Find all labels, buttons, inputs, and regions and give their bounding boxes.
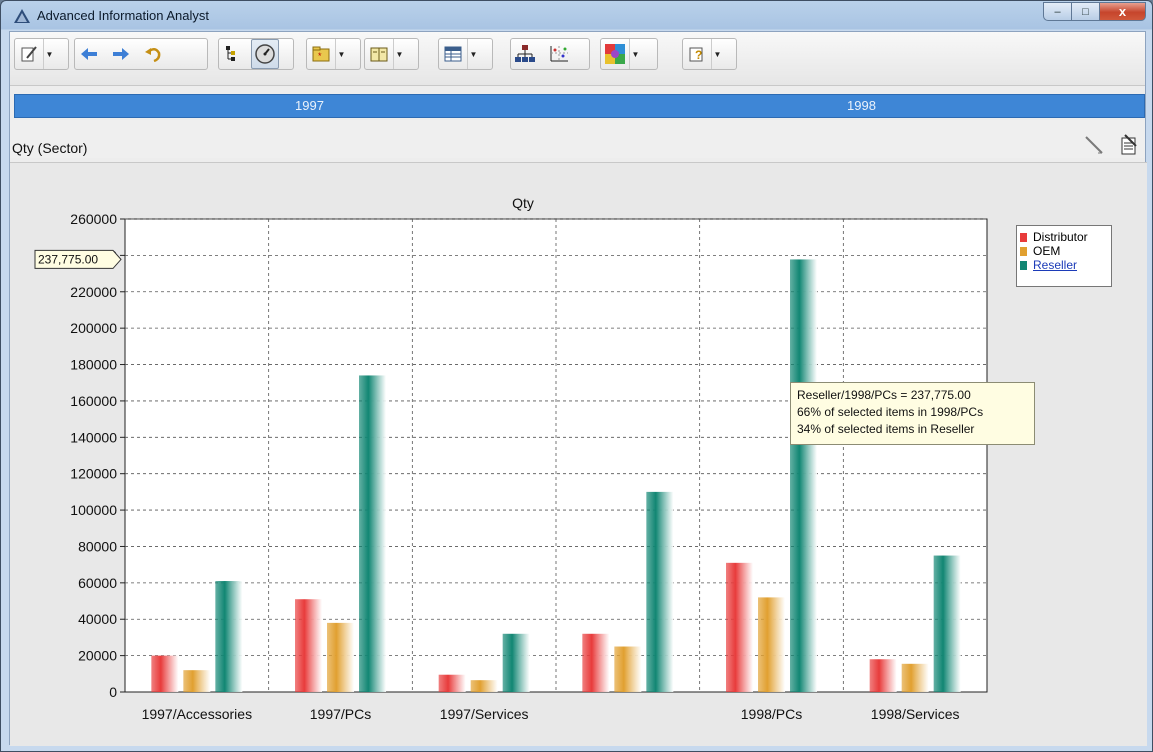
year-1998[interactable]: 1998 xyxy=(847,98,876,113)
edit-dropdown[interactable]: ▼ xyxy=(43,39,55,69)
legend-item-oem[interactable]: OEM xyxy=(1020,244,1108,258)
help-icon[interactable]: ? xyxy=(683,39,711,69)
notepad-icon[interactable] xyxy=(1119,134,1139,156)
year-header-bar[interactable]: 1997 1998 xyxy=(14,94,1145,118)
folder-icon[interactable]: * xyxy=(307,39,335,69)
edit-icon[interactable] xyxy=(15,39,43,69)
minimize-button[interactable]: – xyxy=(1043,2,1071,21)
book-icon[interactable] xyxy=(365,39,393,69)
bar-tooltip: Reseller/1998/PCs = 237,775.00 66% of se… xyxy=(790,382,1035,445)
legend-label-reseller[interactable]: Reseller xyxy=(1033,258,1077,272)
chart-legend: Distributor OEM Reseller xyxy=(1016,225,1112,287)
table-tool[interactable]: ▼ xyxy=(438,38,493,70)
back-arrow-icon[interactable] xyxy=(75,39,103,69)
minimize-icon: – xyxy=(1054,5,1061,18)
legend-label-oem: OEM xyxy=(1033,244,1061,258)
help-tool[interactable]: ? ▼ xyxy=(682,38,737,70)
tooltip-line-3: 34% of selected items in Reseller xyxy=(797,422,975,436)
hierarchy-icon[interactable] xyxy=(511,39,539,69)
year-1997[interactable]: 1997 xyxy=(295,98,324,113)
pencil-icon[interactable] xyxy=(1083,134,1105,156)
maximize-icon: □ xyxy=(1082,5,1089,18)
svg-text:*: * xyxy=(318,51,322,61)
tooltip-line-2: 66% of selected items in 1998/PCs xyxy=(797,405,984,419)
reseller-swatch xyxy=(1020,260,1027,270)
close-button[interactable]: x xyxy=(1099,2,1146,21)
help-dropdown[interactable]: ▼ xyxy=(711,39,723,69)
navigation-group xyxy=(74,38,208,70)
table-icon[interactable] xyxy=(439,39,467,69)
outline-icon[interactable] xyxy=(219,39,247,69)
distributor-swatch xyxy=(1020,232,1027,242)
app-window: Advanced Information Analyst – □ x ▼ * ▼… xyxy=(0,0,1153,752)
folder-dropdown[interactable]: ▼ xyxy=(335,39,347,69)
sector-label: Qty (Sector) xyxy=(12,140,88,156)
folder-tool[interactable]: * ▼ xyxy=(306,38,361,70)
color-palette-icon[interactable] xyxy=(601,39,629,69)
scatter-icon[interactable] xyxy=(545,39,573,69)
table-dropdown[interactable]: ▼ xyxy=(467,39,479,69)
book-dropdown[interactable]: ▼ xyxy=(393,39,405,69)
app-logo-icon xyxy=(14,9,30,23)
svg-text:?: ? xyxy=(695,48,702,62)
title-bar[interactable]: Advanced Information Analyst – □ x xyxy=(1,1,1152,31)
forward-arrow-icon[interactable] xyxy=(107,39,135,69)
oem-swatch xyxy=(1020,246,1027,256)
view-group xyxy=(218,38,294,70)
chart-dial-icon[interactable] xyxy=(251,39,279,69)
toolbar: ▼ * ▼ ▼ ▼ ▼ ? ▼ xyxy=(10,32,1145,86)
close-icon: x xyxy=(1118,4,1127,19)
legend-item-distributor[interactable]: Distributor xyxy=(1020,230,1108,244)
palette-dropdown[interactable]: ▼ xyxy=(629,39,641,69)
sector-bar: Qty (Sector) xyxy=(10,120,1145,158)
tooltip-line-1: Reseller/1998/PCs = 237,775.00 xyxy=(797,388,971,402)
chart-panel xyxy=(10,162,1147,746)
palette-tool[interactable]: ▼ xyxy=(600,38,658,70)
book-tool[interactable]: ▼ xyxy=(364,38,419,70)
legend-item-reseller[interactable]: Reseller xyxy=(1020,258,1108,272)
undo-icon[interactable] xyxy=(139,39,167,69)
edit-tool[interactable]: ▼ xyxy=(14,38,69,70)
legend-label-distributor: Distributor xyxy=(1033,230,1088,244)
window-title: Advanced Information Analyst xyxy=(37,8,209,23)
chart-structure-group xyxy=(510,38,590,70)
maximize-button[interactable]: □ xyxy=(1071,2,1099,21)
